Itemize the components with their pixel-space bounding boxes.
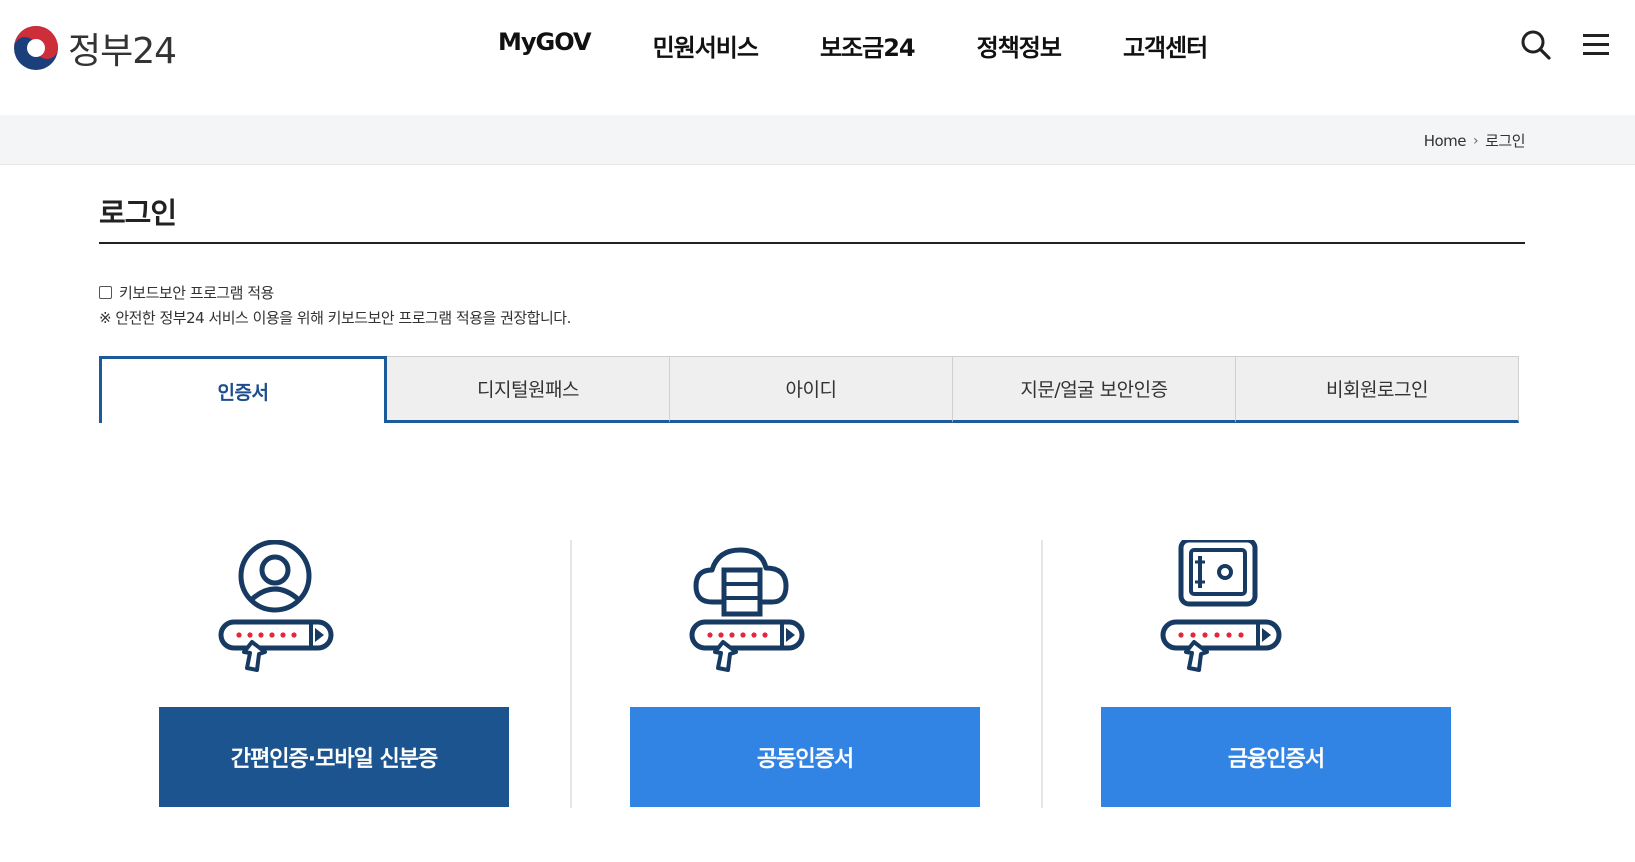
- nav-item-subsidy24[interactable]: 보조금24: [820, 28, 916, 63]
- title-divider: [99, 242, 1525, 244]
- user-certificate-icon: [218, 540, 334, 672]
- breadcrumb: Home › 로그인: [1424, 130, 1526, 151]
- nav-item-mygov[interactable]: MyGOV: [498, 28, 592, 63]
- breadcrumb-bar: Home › 로그인: [0, 115, 1635, 165]
- gov24-logo[interactable]: 정부24: [12, 22, 177, 74]
- certificate-options: 간편인증·모바일 신분증 공동인증서 금융인증서: [99, 540, 1525, 810]
- nav-item-customer-center[interactable]: 고객센터: [1123, 28, 1208, 63]
- tab-biometric[interactable]: 지문/얼굴 보안인증: [953, 356, 1236, 423]
- keyboard-security-note: ※ 안전한 정부24 서비스 이용을 위해 키보드보안 프로그램 적용을 권장합…: [99, 309, 571, 327]
- menu-icon[interactable]: [1579, 28, 1613, 62]
- page-title: 로그인: [99, 196, 177, 230]
- logo-text: 정부24: [68, 31, 177, 72]
- login-method-tabs: 인증서 디지털원패스 아이디 지문/얼굴 보안인증 비회원로그인: [99, 356, 1519, 423]
- card-joint-certificate: 공동인증서: [570, 540, 1040, 810]
- breadcrumb-current: 로그인: [1485, 132, 1525, 150]
- breadcrumb-home[interactable]: Home: [1424, 132, 1467, 150]
- keyboard-security-checkbox[interactable]: [99, 286, 112, 299]
- tab-id[interactable]: 아이디: [670, 356, 953, 423]
- tab-digital-onepass[interactable]: 디지털원패스: [387, 356, 670, 423]
- tab-certificate[interactable]: 인증서: [99, 356, 387, 423]
- search-icon[interactable]: [1519, 28, 1553, 62]
- keyboard-security-option: 키보드보안 프로그램 적용: [99, 282, 274, 303]
- site-header: 정부24 MyGOV 민원서비스 보조금24 정책정보 고객센터: [0, 0, 1635, 116]
- chevron-right-icon: ›: [1472, 132, 1479, 149]
- card-financial-certificate: 금융인증서: [1041, 540, 1511, 810]
- cloud-server-certificate-icon: [689, 547, 805, 672]
- tab-non-member[interactable]: 비회원로그인: [1236, 356, 1519, 423]
- financial-certificate-button[interactable]: 금융인증서: [1101, 707, 1451, 807]
- nav-item-civil-services[interactable]: 민원서비스: [653, 28, 759, 63]
- main-navigation: MyGOV 민원서비스 보조금24 정책정보 고객센터: [498, 28, 1269, 63]
- safe-certificate-icon: [1160, 540, 1282, 672]
- card-simple-auth: 간편인증·모바일 신분증: [99, 540, 569, 810]
- joint-certificate-button[interactable]: 공동인증서: [630, 707, 980, 807]
- taegeuk-icon: [14, 26, 58, 70]
- keyboard-security-label[interactable]: 키보드보안 프로그램 적용: [119, 282, 274, 303]
- nav-item-policy-info[interactable]: 정책정보: [977, 28, 1062, 63]
- simple-auth-button[interactable]: 간편인증·모바일 신분증: [159, 707, 509, 807]
